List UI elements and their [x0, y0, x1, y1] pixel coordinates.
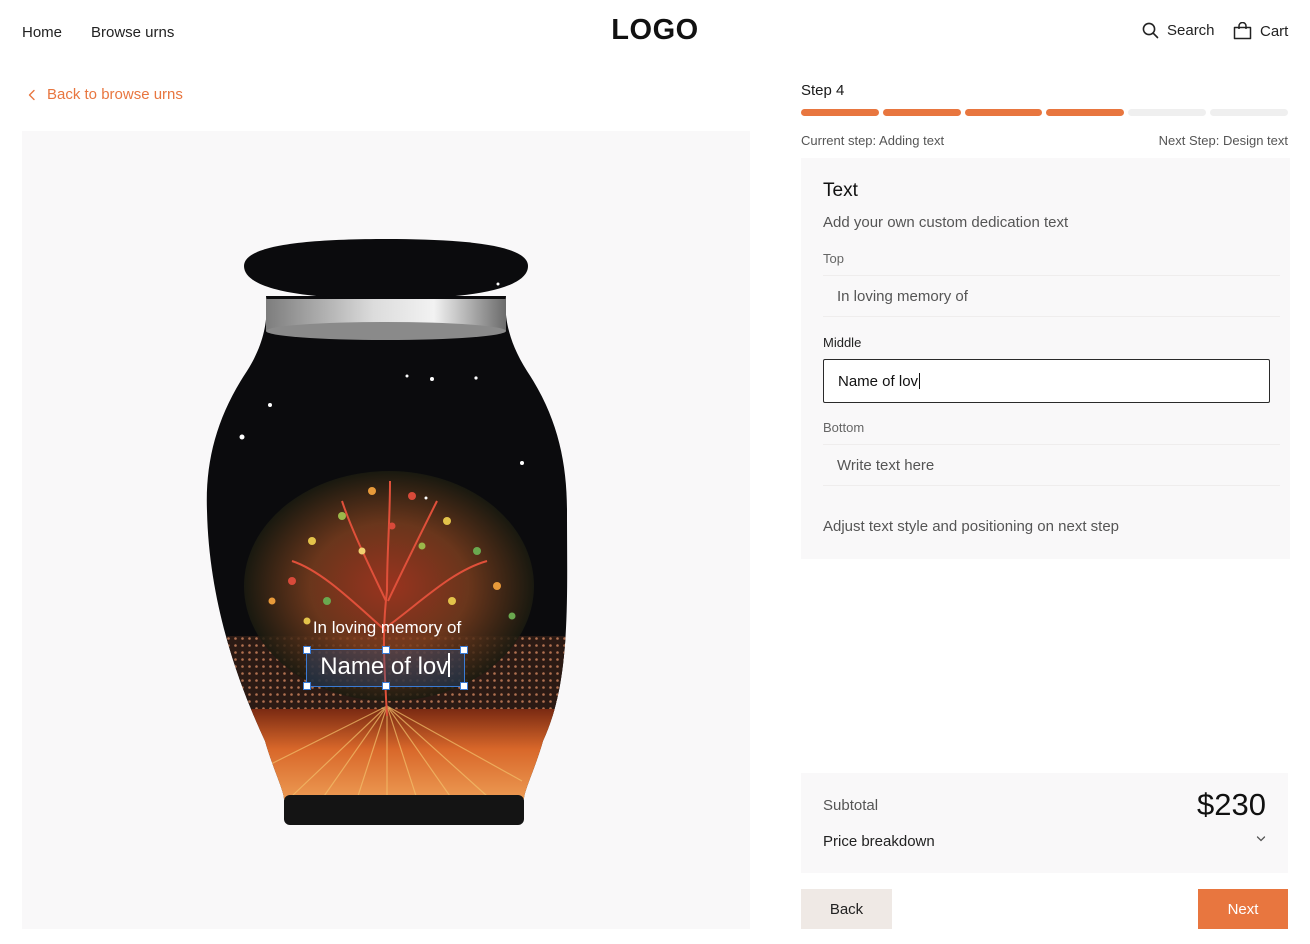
back-to-browse-link[interactable]: Back to browse urns: [27, 86, 183, 103]
style-note: Adjust text style and positioning on nex…: [823, 518, 1120, 535]
resize-handle-bl[interactable]: [303, 682, 311, 690]
search-icon: [1142, 22, 1159, 39]
search-label: Search: [1167, 22, 1215, 39]
progress-segment: [1210, 109, 1288, 116]
preview-middle-text: Name of lov: [320, 653, 449, 680]
bottom-field-placeholder: Write text here: [837, 456, 935, 474]
progress-segment: [1128, 109, 1207, 116]
next-button[interactable]: Next: [1198, 889, 1288, 929]
logo: LOGO: [611, 14, 699, 46]
top-field-value: In loving memory of: [837, 287, 968, 305]
urn-preview: In loving memory of Name of lov: [22, 131, 750, 929]
middle-field-value: Name of lov: [838, 372, 919, 390]
shopping-bag-icon: [1233, 22, 1252, 40]
bottom-text-field[interactable]: Write text here: [823, 444, 1280, 486]
step-progress: [801, 109, 1288, 116]
preview-top-text: In loving memory of: [312, 618, 462, 637]
top-text-field[interactable]: In loving memory of: [823, 275, 1280, 317]
subtotal-box: Subtotal $230 Price breakdown: [801, 773, 1288, 873]
preview-text-selection[interactable]: Name of lov: [303, 646, 468, 690]
subtotal-label: Subtotal: [823, 797, 879, 814]
urn-image: [206, 239, 568, 825]
panel-title: Text: [823, 180, 858, 201]
top-field-label: Top: [823, 251, 844, 266]
current-step: Current step: Adding text: [801, 133, 945, 148]
nav-home[interactable]: Home: [22, 24, 62, 41]
cart-label: Cart: [1260, 22, 1289, 40]
subtotal-value: $230: [1197, 787, 1266, 822]
search-button[interactable]: Search: [1142, 22, 1215, 39]
progress-segment: [964, 109, 1043, 116]
chevron-left-icon: [28, 89, 35, 100]
chevron-down-icon[interactable]: [1256, 835, 1266, 843]
panel-subtitle: Add your own custom dedication text: [823, 214, 1069, 231]
nav-browse-urns[interactable]: Browse urns: [91, 24, 174, 41]
back-link-label: Back to browse urns: [47, 86, 183, 103]
step-label: Step 4: [801, 82, 845, 99]
progress-segment: [801, 109, 879, 116]
cart-button[interactable]: Cart: [1233, 22, 1288, 40]
resize-handle-br[interactable]: [460, 682, 468, 690]
text-panel: Text Add your own custom dedication text…: [801, 158, 1290, 559]
resize-handle-bm[interactable]: [382, 682, 390, 690]
progress-segment: [1046, 109, 1125, 116]
price-breakdown-toggle[interactable]: Price breakdown: [823, 833, 935, 850]
back-button[interactable]: Back: [801, 889, 892, 929]
middle-field-label: Middle: [823, 335, 862, 350]
bottom-field-label: Bottom: [823, 420, 865, 435]
next-step: Next Step: Design text: [1158, 133, 1288, 148]
progress-segment: [882, 109, 961, 116]
middle-text-field[interactable]: Name of lov: [823, 359, 1270, 403]
